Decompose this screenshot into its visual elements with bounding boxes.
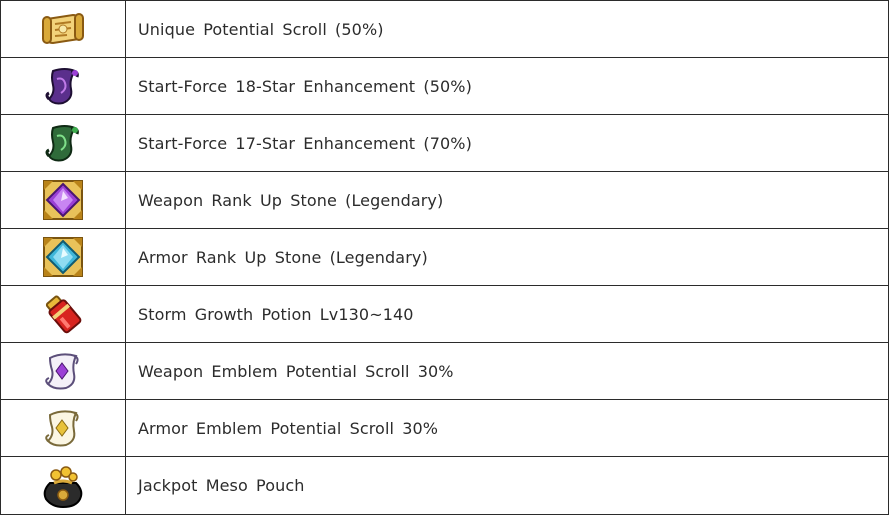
item-name: Armor Emblem Potential Scroll 30%: [125, 399, 889, 457]
icon-cell: [0, 57, 126, 115]
table-row: Armor Emblem Potential Scroll 30%: [0, 399, 889, 457]
icon-cell: [0, 285, 126, 343]
yellow-emblem-scroll-icon: [45, 410, 79, 447]
item-name: Armor Rank Up Stone (Legendary): [125, 228, 889, 286]
item-name: Weapon Rank Up Stone (Legendary): [125, 171, 889, 229]
table-row: Weapon Emblem Potential Scroll 30%: [0, 342, 889, 400]
blue-gem-icon: [43, 237, 83, 277]
purple-gem-icon: [43, 180, 83, 220]
icon-cell: [0, 114, 126, 172]
item-name: Unique Potential Scroll (50%): [125, 0, 889, 58]
meso-pouch-icon: [43, 465, 83, 508]
item-name: Storm Growth Potion Lv130~140: [125, 285, 889, 343]
table-row: Armor Rank Up Stone (Legendary): [0, 228, 889, 286]
item-name: Start-Force 18-Star Enhancement (50%): [125, 57, 889, 115]
table-row: Start-Force 17-Star Enhancement (70%): [0, 114, 889, 172]
reward-items-table: Unique Potential Scroll (50%) Start-Forc…: [0, 0, 889, 515]
icon-cell: [0, 0, 126, 58]
item-name: Jackpot Meso Pouch: [125, 456, 889, 515]
table-row: Start-Force 18-Star Enhancement (50%): [0, 57, 889, 115]
table-row: Weapon Rank Up Stone (Legendary): [0, 171, 889, 229]
icon-cell: [0, 399, 126, 457]
table-row: Unique Potential Scroll (50%): [0, 0, 889, 58]
icon-cell: [0, 342, 126, 400]
red-potion-icon: [45, 295, 82, 334]
item-name: Start-Force 17-Star Enhancement (70%): [125, 114, 889, 172]
purple-scroll-icon: [45, 68, 79, 105]
icon-cell: [0, 456, 126, 515]
table-row: Jackpot Meso Pouch: [0, 456, 889, 515]
icon-cell: [0, 171, 126, 229]
purple-emblem-scroll-icon: [45, 353, 79, 390]
item-name: Weapon Emblem Potential Scroll 30%: [125, 342, 889, 400]
green-scroll-icon: [45, 125, 79, 162]
table-row: Storm Growth Potion Lv130~140: [0, 285, 889, 343]
icon-cell: [0, 228, 126, 286]
golden-scroll-icon: [42, 13, 84, 45]
